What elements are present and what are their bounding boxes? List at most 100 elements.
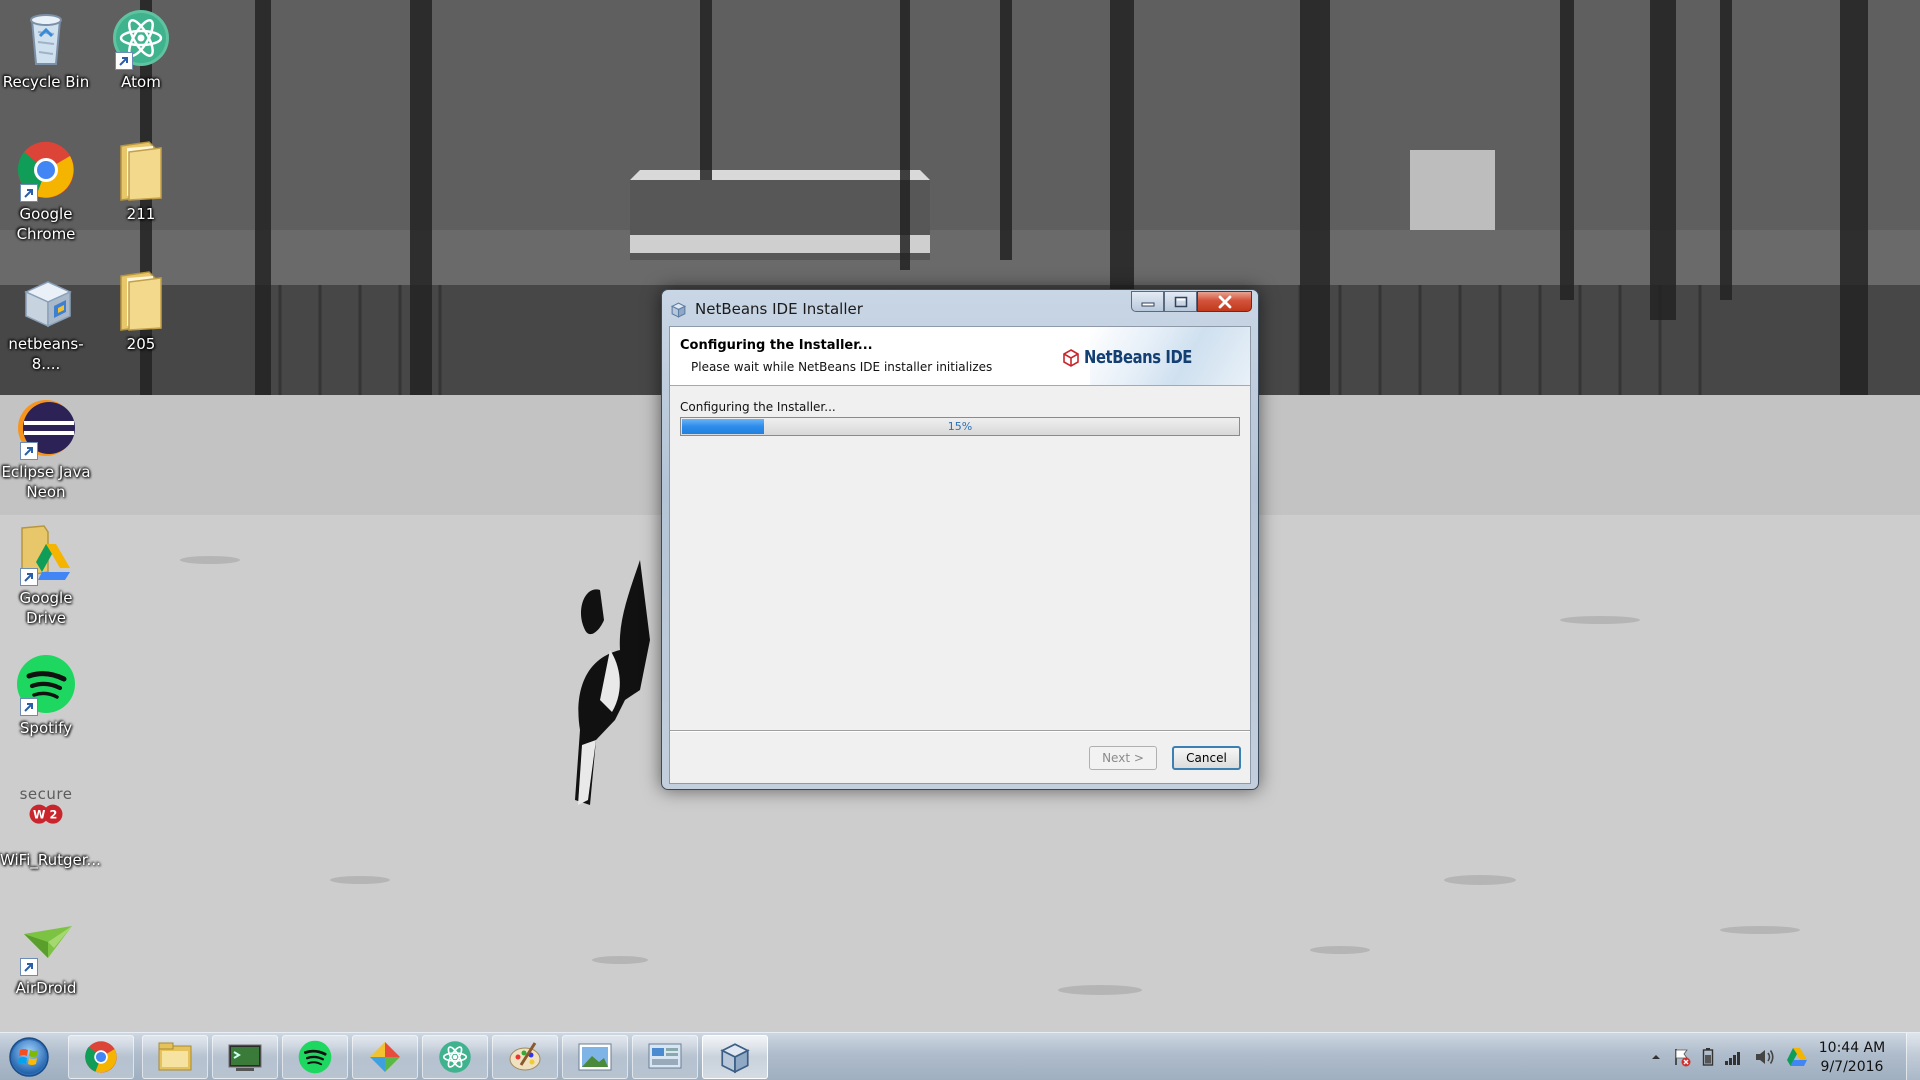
securew2-icon: secure W 2: [14, 786, 78, 838]
taskbar-button-spotify[interactable]: [282, 1035, 348, 1079]
desktop-icon-eclipse[interactable]: Eclipse Java Neon: [0, 396, 92, 502]
taskbar-button-app-launcher[interactable]: [352, 1035, 418, 1079]
shortcut-arrow-icon: [20, 698, 38, 716]
minimize-button[interactable]: [1131, 291, 1164, 312]
desktop-icon-label: 205: [126, 335, 156, 353]
chrome-icon: [85, 1041, 117, 1073]
desktop-icon-label: Recycle Bin: [2, 73, 90, 91]
airdroid-icon: [14, 912, 78, 976]
desktop-icon-label: Spotify: [19, 719, 73, 737]
file-explorer-icon: [158, 1042, 192, 1071]
taskbar-button-photo-viewer[interactable]: [562, 1035, 628, 1079]
taskbar-button-file-explorer[interactable]: [142, 1035, 208, 1079]
netbeans-installer-icon: [720, 1043, 750, 1074]
folder-icon: [109, 268, 173, 332]
network-signal-icon: [1725, 1052, 1740, 1065]
desktop-icon-recycle-bin[interactable]: Recycle Bin: [0, 6, 92, 92]
maximize-icon: [1174, 296, 1187, 307]
google-drive-tray-button[interactable]: [1786, 1047, 1808, 1067]
cancel-button[interactable]: Cancel: [1172, 746, 1241, 770]
desktop-icon-wifi-rutgers[interactable]: secure W 2 WiFi_Rutger...: [0, 786, 101, 870]
desktop-icon-spotify[interactable]: Spotify: [0, 652, 92, 738]
show-desktop-button[interactable]: [1906, 1033, 1920, 1080]
taskbar-button-atom[interactable]: [422, 1035, 488, 1079]
desktop-icon-netbeans-installer[interactable]: netbeans-8....: [0, 268, 92, 374]
desktop-icon-folder-211[interactable]: 211: [95, 138, 187, 224]
minimize-icon: [1141, 302, 1154, 306]
desktop-icon-label: netbeans-8....: [8, 335, 84, 373]
installer-window: NetBeans IDE Installer Configuring the I…: [661, 289, 1259, 790]
show-hidden-icons-arrow: [1652, 1055, 1660, 1059]
control-panel-icon: [648, 1043, 682, 1069]
netbeans-installer-icon: [670, 301, 687, 318]
google-drive-icon: [14, 522, 78, 586]
network-button[interactable]: [1724, 1048, 1744, 1066]
taskbar: 10:44 AM 9/7/2016: [0, 1032, 1920, 1080]
securew2-logo: secure: [19, 785, 73, 803]
close-icon: [1218, 295, 1231, 308]
desktop-icon-label: WiFi_Rutger...: [0, 851, 101, 869]
terminal-icon: [228, 1044, 262, 1071]
atom-icon: [439, 1041, 471, 1073]
desktop-icon-atom[interactable]: Atom: [95, 6, 187, 92]
shortcut-arrow-icon: [20, 958, 38, 976]
desktop-icon-airdroid[interactable]: AirDroid: [0, 912, 92, 998]
taskbar-clock[interactable]: 10:44 AM 9/7/2016: [1812, 1039, 1892, 1077]
spotify-icon: [14, 652, 78, 716]
clock-date: 9/7/2016: [1820, 1059, 1884, 1075]
start-button[interactable]: [6, 1035, 52, 1079]
progress-percent-label: 15%: [947, 420, 973, 433]
brand-text: NetBeans IDE: [1084, 347, 1193, 368]
chrome-icon: [14, 138, 78, 202]
maximize-button[interactable]: [1164, 291, 1197, 312]
paint-icon: [509, 1042, 541, 1071]
shortcut-arrow-icon: [115, 52, 133, 70]
desktop-icon-label: 211: [126, 205, 156, 223]
action-center-button[interactable]: [1672, 1047, 1692, 1067]
svg-text:W: W: [33, 808, 46, 821]
atom-icon: [109, 6, 173, 70]
photo-viewer-icon: [578, 1043, 612, 1071]
window-controls: [1131, 291, 1252, 312]
desktop-icon-google-chrome[interactable]: Google Chrome: [0, 138, 92, 244]
show-hidden-icons-button[interactable]: [1650, 1051, 1662, 1063]
taskbar-button-control-panel[interactable]: [632, 1035, 698, 1079]
app-launcher-icon: [370, 1042, 400, 1072]
installer-header-banner: Configuring the Installer... Please wait…: [670, 327, 1250, 386]
installer-icon: [14, 268, 78, 332]
volume-button[interactable]: [1754, 1047, 1776, 1067]
header-title: Configuring the Installer...: [680, 338, 873, 353]
netbeans-logo: NetBeans IDE: [1062, 347, 1216, 368]
header-subtitle: Please wait while NetBeans IDE installer…: [691, 360, 993, 374]
spotify-icon: [298, 1040, 332, 1074]
progress-bar: 15%: [680, 417, 1240, 436]
shortcut-arrow-icon: [20, 184, 38, 202]
window-titlebar[interactable]: NetBeans IDE Installer: [670, 299, 863, 319]
taskbar-button-paint[interactable]: [492, 1035, 558, 1079]
window-title: NetBeans IDE Installer: [695, 300, 863, 318]
netbeans-cube-icon: [1063, 348, 1080, 367]
desktop-icon-label: Eclipse Java Neon: [1, 463, 91, 501]
shortcut-arrow-icon: [20, 568, 38, 586]
taskbar-button-netbeans-installer[interactable]: [702, 1035, 768, 1079]
volume-icon: [1756, 1050, 1774, 1064]
window-client-area: Configuring the Installer... Please wait…: [669, 326, 1251, 784]
desktop-icon-google-drive[interactable]: Google Drive: [0, 522, 92, 628]
action-center-flag-icon: [1675, 1049, 1691, 1067]
windows-logo-icon: [9, 1037, 49, 1077]
desktop-icon-label: Atom: [121, 73, 161, 91]
progress-status-text: Configuring the Installer...: [680, 400, 836, 414]
recycle-bin-icon: [14, 6, 78, 70]
close-button[interactable]: [1197, 291, 1252, 312]
footer-separator: [670, 730, 1250, 732]
desktop-icon-folder-205[interactable]: 205: [95, 268, 187, 354]
taskbar-button-chrome[interactable]: [68, 1035, 134, 1079]
desktop-icon-label: Google Chrome: [16, 205, 76, 243]
battery-button[interactable]: [1702, 1047, 1714, 1067]
battery-icon: [1702, 1048, 1714, 1066]
next-button[interactable]: Next >: [1089, 746, 1157, 770]
clock-time: 10:44 AM: [1818, 1040, 1886, 1056]
taskbar-button-terminal[interactable]: [212, 1035, 278, 1079]
desktop-icon-label: AirDroid: [15, 979, 77, 997]
shortcut-arrow-icon: [20, 442, 38, 460]
